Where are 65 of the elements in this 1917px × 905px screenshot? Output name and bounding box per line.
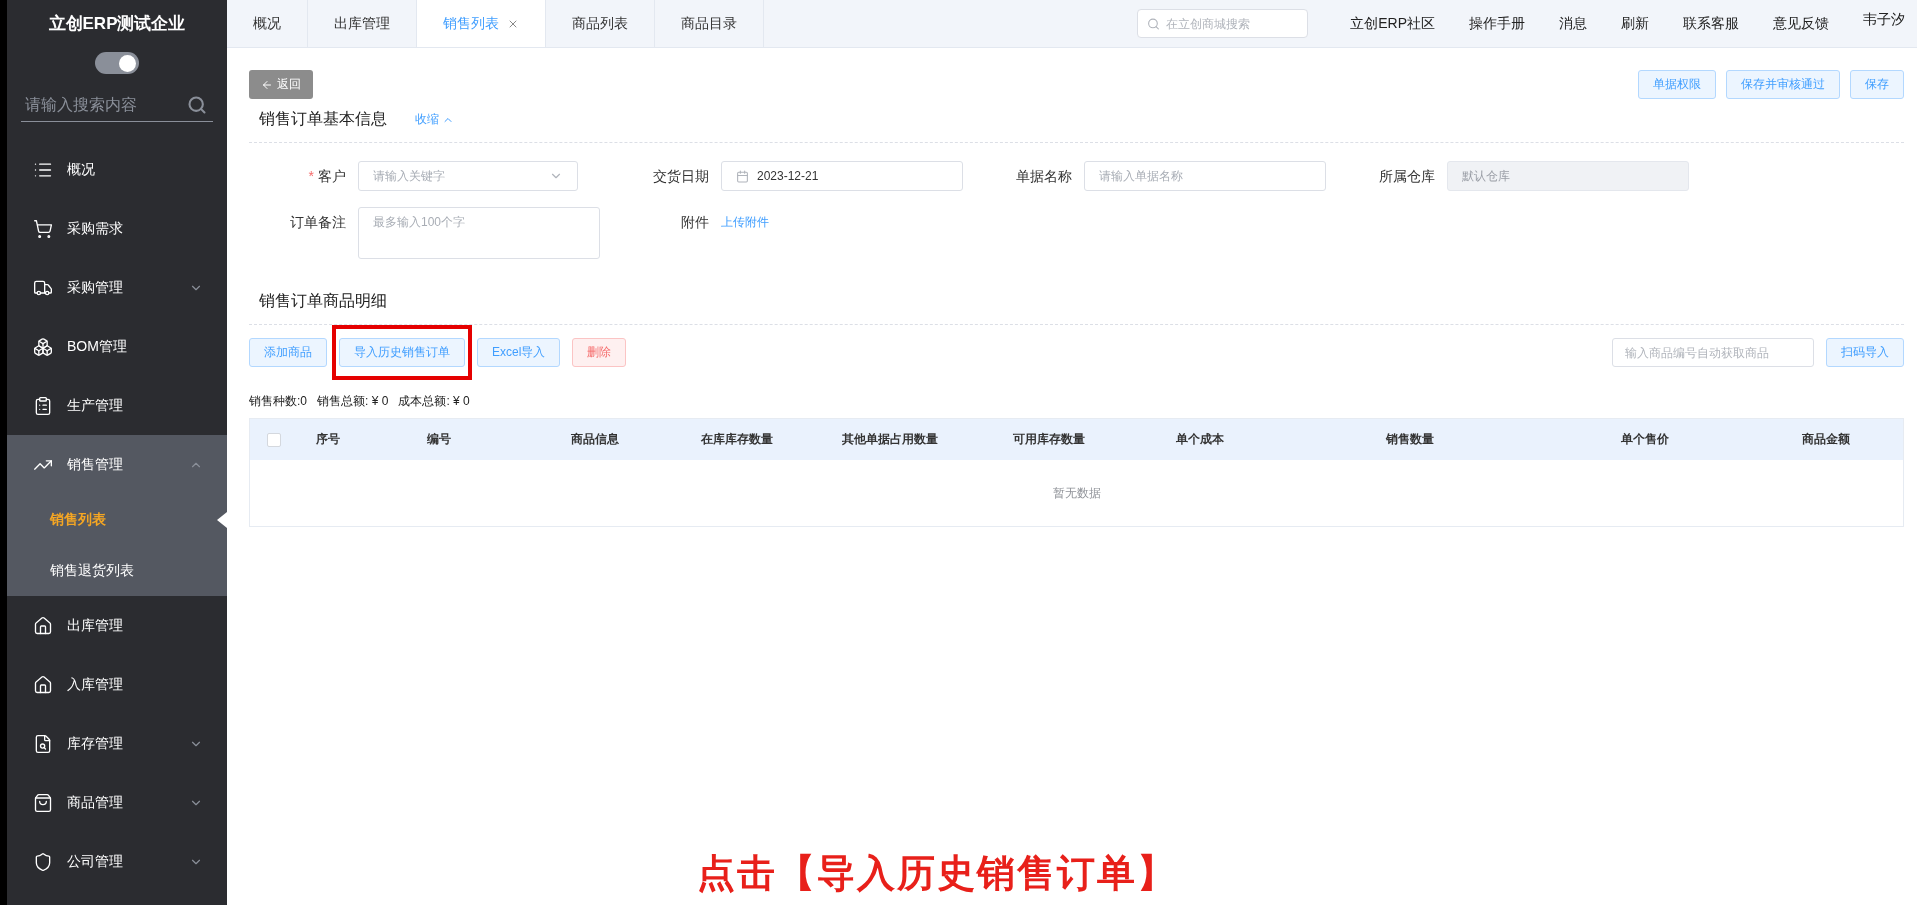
menu-item[interactable]: 采购需求 (7, 199, 227, 258)
summary-text: 销售种数:0 (249, 393, 307, 410)
menu-item[interactable]: 商品管理 (7, 773, 227, 832)
header-link[interactable]: 消息 (1559, 14, 1587, 33)
column-header: 单个成本 (1174, 431, 1225, 448)
search-icon (1147, 17, 1161, 30)
column-header: 单个售价 (1619, 431, 1670, 448)
menu-item[interactable]: BOM管理 (7, 317, 227, 376)
search-icon[interactable] (187, 95, 207, 115)
header-link[interactable]: 立创ERP社区 (1350, 14, 1435, 33)
section-title: 销售订单基本信息 (259, 109, 387, 129)
checkbox[interactable] (266, 432, 281, 447)
column-header: 在库库存数量 (700, 431, 775, 448)
calendar-icon (736, 169, 749, 183)
menu-item[interactable]: 生产管理 (7, 376, 227, 435)
clipboard-icon (33, 395, 53, 416)
cart-icon (33, 218, 53, 239)
menu-item[interactable]: 库存管理 (7, 714, 227, 773)
field-label: * 客户 (307, 167, 346, 186)
summary-text: 成本总额: ¥ 0 (398, 393, 470, 410)
user-name[interactable]: 韦子汐 (1863, 10, 1905, 29)
field-label: 附件 (680, 213, 709, 232)
boxes-icon (33, 336, 53, 357)
empty-text: 暂无数据 (1052, 484, 1101, 502)
menu-item[interactable]: 出库管理 (7, 596, 227, 655)
arrow-left-icon (261, 78, 273, 91)
menu-item[interactable]: 入库管理 (7, 655, 227, 714)
field-label: 单据名称 (1015, 167, 1072, 186)
date-field[interactable]: 2023-12-21 (721, 161, 963, 191)
menu-item[interactable]: 采购管理 (7, 258, 227, 317)
column-header: 其他单据占用数量 (841, 431, 940, 448)
house-icon (33, 674, 53, 695)
field-label: 交货日期 (652, 167, 709, 186)
menu-item[interactable]: 概况 (7, 140, 227, 199)
header-link[interactable]: 刷新 (1621, 14, 1649, 33)
column-header: 商品金额 (1800, 431, 1851, 448)
field-label: 订单备注 (289, 213, 346, 232)
toggle-switch[interactable] (95, 52, 139, 74)
bag-icon (33, 792, 53, 813)
column-header: 编号 (426, 431, 453, 448)
tab[interactable]: 商品列表 (546, 0, 655, 47)
company-name: 立创ERP测试企业 (47, 13, 187, 35)
section-title: 销售订单商品明细 (259, 291, 387, 311)
search-field[interactable]: 请输入搜索内容 (21, 88, 213, 122)
column-header: 销售数量 (1384, 431, 1435, 448)
shield-icon (33, 851, 53, 872)
header-link[interactable]: 意见反馈 (1773, 14, 1829, 33)
active-pointer (217, 512, 227, 528)
header-link[interactable]: 联系客服 (1683, 14, 1739, 33)
menu-item[interactable]: 销售管理 (7, 435, 227, 494)
column-header: 序号 (314, 431, 341, 448)
submenu-item[interactable]: 销售退货列表 (7, 545, 227, 596)
field-label: 所属仓库 (1378, 167, 1435, 186)
header-link[interactable]: 操作手册 (1469, 14, 1525, 33)
house-icon (33, 615, 53, 636)
column-header: 商品信息 (570, 431, 621, 448)
caption-text: 点击【导入历史销售订单】 (697, 851, 1177, 896)
submenu-item[interactable]: 销售列表 (7, 494, 227, 545)
column-header: 可用库存数量 (1011, 431, 1086, 448)
tab[interactable]: 概况 (227, 0, 308, 47)
input-field[interactable]: 输入商品编号自动获取商品 (1612, 338, 1814, 367)
tab[interactable]: 商品目录 (655, 0, 764, 47)
menu-item[interactable]: 公司管理 (7, 832, 227, 891)
file-search-icon (33, 733, 53, 754)
summary-text: 销售总额: ¥ 0 (317, 393, 389, 410)
